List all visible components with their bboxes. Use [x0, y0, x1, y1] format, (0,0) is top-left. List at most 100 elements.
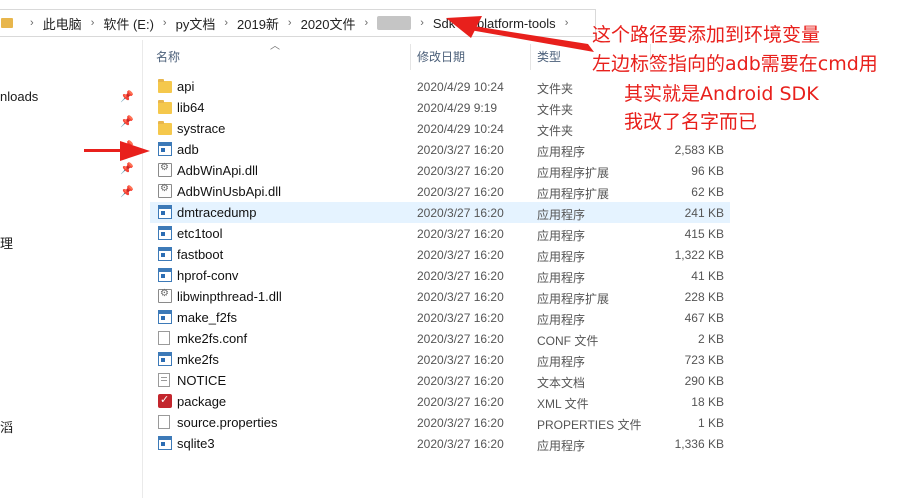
file-size: 467 KB	[684, 311, 724, 325]
file-name: lib64	[177, 100, 205, 115]
document-icon	[158, 415, 170, 429]
annotation-line-3: 其实就是Android SDK	[624, 83, 819, 105]
file-name: libwinpthread-1.dll	[177, 289, 282, 304]
file-name: adb	[177, 142, 199, 157]
annotation-line-1: 这个路径要添加到环境变量	[592, 24, 821, 46]
file-date: 2020/3/27 16:20	[417, 395, 504, 409]
breadcrumb-platform-tools[interactable]: platform-tools	[477, 16, 556, 31]
file-name: NOTICE	[177, 373, 227, 388]
file-row[interactable]: source.properties 2020/3/27 16:20 PROPERTI…	[150, 412, 730, 433]
nav-item-partial[interactable]: 理	[0, 233, 13, 252]
file-row[interactable]: dmtracedump 2020/3/27 16:20 应用程序 241 KB	[150, 202, 730, 223]
pin-icon[interactable]: 📌	[120, 91, 134, 103]
column-header-name[interactable]: 名称	[156, 48, 180, 65]
file-row[interactable]: fastboot 2020/3/27 16:20 应用程序 1,322 KB	[150, 244, 730, 265]
file-row[interactable]: make_f2fs 2020/3/27 16:20 应用程序 467 KB	[150, 307, 730, 328]
column-header-type[interactable]: 类型	[537, 48, 561, 65]
chevron-right-icon: ›	[30, 17, 34, 29]
breadcrumb-this-pc[interactable]: 此电脑	[43, 14, 82, 33]
file-date: 2020/3/27 16:20	[417, 332, 504, 346]
nav-item-partial-2[interactable]: 滔	[0, 417, 13, 436]
file-date: 2020/3/27 16:20	[417, 311, 504, 325]
file-row[interactable]: libwinpthread-1.dll 2020/3/27 16:20 应用程序扩展…	[150, 286, 730, 307]
exe-icon	[158, 268, 172, 282]
file-date: 2020/3/27 16:20	[417, 206, 504, 220]
file-size: 290 KB	[684, 374, 724, 388]
file-date: 2020/3/27 16:20	[417, 290, 504, 304]
dll-icon	[158, 288, 172, 303]
exe-icon	[158, 247, 172, 261]
file-row[interactable]: adb 2020/3/27 16:20 应用程序 2,583 KB	[150, 139, 730, 160]
file-date: 2020/3/27 16:20	[417, 269, 504, 283]
file-type: 应用程序	[537, 229, 586, 243]
chevron-right-icon: ›	[162, 17, 167, 29]
exe-icon	[158, 205, 172, 219]
file-type: 文本文档	[537, 376, 586, 390]
file-name: fastboot	[177, 247, 224, 262]
text-file-icon	[158, 373, 170, 387]
file-date: 2020/3/27 16:20	[417, 437, 504, 451]
file-row[interactable]: AdbWinUsbApi.dll 2020/3/27 16:20 应用程序扩展 62 …	[150, 181, 730, 202]
file-type: PROPERTIES 文件	[537, 418, 642, 432]
file-type: 应用程序扩展	[537, 166, 610, 180]
exe-icon	[158, 352, 172, 366]
exe-icon	[158, 142, 172, 156]
file-size: 96 KB	[691, 164, 724, 178]
file-size: 1,336 KB	[674, 437, 724, 451]
file-name: AdbWinApi.dll	[177, 163, 258, 178]
file-size: 41 KB	[691, 269, 724, 283]
pin-icon[interactable]: 📌	[120, 163, 134, 175]
pin-icon[interactable]: 📌	[120, 116, 134, 128]
file-row[interactable]: NOTICE 2020/3/27 16:20 文本文档 290 KB	[150, 370, 730, 391]
file-row[interactable]: mke2fs.conf 2020/3/27 16:20 CONF 文件 2 KB	[150, 328, 730, 349]
file-size: 241 KB	[684, 206, 724, 220]
file-date: 2020/3/27 16:20	[417, 353, 504, 367]
file-row[interactable]: AdbWinApi.dll 2020/3/27 16:20 应用程序扩展 96 KB	[150, 160, 730, 181]
file-name: AdbWinUsbApi.dll	[177, 184, 282, 199]
chevron-right-icon: ›	[90, 17, 95, 29]
file-row[interactable]: package 2020/3/27 16:20 XML 文件 18 KB	[150, 391, 730, 412]
file-name: systrace	[177, 121, 226, 136]
breadcrumb-2019-new[interactable]: 2019新	[237, 14, 279, 33]
file-type: 文件夹	[537, 82, 574, 96]
file-row[interactable]: mke2fs 2020/3/27 16:20 应用程序 723 KB	[150, 349, 730, 370]
file-type: XML 文件	[537, 397, 589, 411]
file-date: 2020/3/27 16:20	[417, 227, 504, 241]
file-date: 2020/3/27 16:20	[417, 185, 504, 199]
file-name: mke2fs	[177, 352, 219, 367]
address-bar[interactable]: › 此电脑 › 软件 (E:) › py文档 › 2019新 › 2020文件 …	[0, 9, 596, 37]
breadcrumb-sdk[interactable]: Sdk	[433, 16, 455, 31]
pin-icon[interactable]: 📌	[120, 186, 134, 198]
pin-icon[interactable]: 📌	[120, 141, 134, 153]
breadcrumb-py-docs[interactable]: py文档	[176, 14, 216, 33]
file-row[interactable]: sqlite3 2020/3/27 16:20 应用程序 1,336 KB	[150, 433, 730, 454]
breadcrumb-2020-files[interactable]: 2020文件	[301, 14, 356, 33]
file-date: 2020/4/29 10:24	[417, 122, 504, 136]
file-type: 文件夹	[537, 124, 574, 138]
file-row[interactable]: etc1tool 2020/3/27 16:20 应用程序 415 KB	[150, 223, 730, 244]
annotation-line-2: 左边标签指向的adb需要在cmd用	[592, 53, 878, 75]
column-divider[interactable]	[410, 44, 411, 70]
file-size: 2 KB	[697, 332, 724, 346]
column-divider[interactable]	[530, 44, 531, 70]
file-type: 应用程序	[537, 145, 586, 159]
folder-icon	[158, 121, 172, 135]
chevron-right-icon: ›	[364, 17, 369, 29]
breadcrumb-drive-e[interactable]: 软件 (E:)	[103, 14, 154, 33]
file-size: 228 KB	[684, 290, 724, 304]
exe-icon	[158, 436, 172, 450]
chevron-right-icon: ›	[420, 17, 424, 29]
nav-item-downloads[interactable]: nloads	[0, 89, 38, 104]
file-size: 2,583 KB	[674, 143, 724, 157]
breadcrumb-redacted[interactable]	[377, 16, 412, 30]
file-date: 2020/4/29 9:19	[417, 101, 498, 115]
file-row[interactable]: hprof-conv 2020/3/27 16:20 应用程序 41 KB	[150, 265, 730, 286]
file-type: 应用程序扩展	[537, 292, 610, 306]
file-type: CONF 文件	[537, 334, 599, 348]
file-name: api	[177, 79, 195, 94]
file-date: 2020/3/27 16:20	[417, 374, 504, 388]
column-header-date[interactable]: 修改日期	[417, 48, 465, 65]
chevron-right-icon: ›	[564, 17, 569, 29]
file-type: 应用程序	[537, 271, 586, 285]
navigation-pane[interactable]: nloads 📌 📌 📌 📌 📌 理 滔	[0, 40, 143, 498]
